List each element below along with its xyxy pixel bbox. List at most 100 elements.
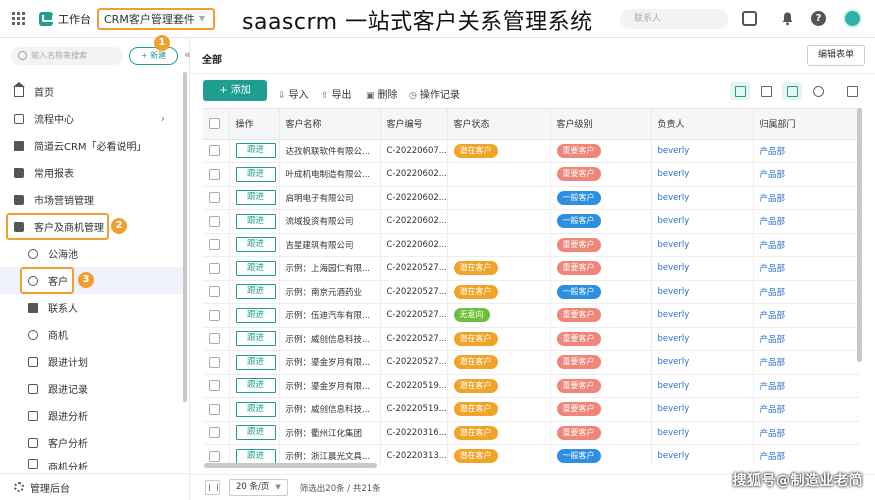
follow-up-button[interactable]: 跟进 [235,307,276,323]
owner-link[interactable]: beverly [658,240,690,250]
table-row[interactable]: 跟进 示例：威创信息科技... C-20220527... 潜在客户 重要客户 bever… [203,327,860,351]
owner-link[interactable]: beverly [658,451,690,461]
table-row[interactable]: 跟进 叶成机电制造有限公... C-20220602... 重要客户 beverly 产品… [203,162,860,187]
app-grid-icon[interactable] [12,11,26,26]
owner-link[interactable]: beverly [658,169,690,179]
column-header[interactable]: 负责人 [651,109,754,140]
column-header[interactable]: 操作 [229,109,280,140]
customer-name-cell[interactable]: 启明电子有限公司 [279,186,381,210]
table-row[interactable]: 跟进 启明电子有限公司 C-20220602... 一般客户 beverly 产品部 [203,186,860,210]
customer-name-cell[interactable]: 示例：浙江晨光文具... [279,444,381,465]
row-checkbox[interactable] [209,356,220,368]
table-row[interactable]: 跟进 示例：鎏金岁月有限... C-20220527... 潜在客户 重要客户 bever… [203,350,860,375]
sidebar-item-follow-analysis[interactable]: 跟进分析 [0,402,183,429]
sidebar-scrollbar[interactable] [183,72,187,402]
department-link[interactable]: 产品部 [760,147,786,157]
sidebar-item-guide[interactable]: 简道云CRM「必看说明」 [0,132,183,159]
view-settings-icon[interactable] [782,82,802,100]
row-select-cell[interactable] [203,162,230,187]
owner-link[interactable]: beverly [658,287,690,297]
customer-name-cell[interactable]: 示例：上海园仁有限... [279,256,381,281]
owner-link[interactable]: beverly [658,381,690,391]
row-select-cell[interactable] [203,421,230,445]
sidebar-item-customer[interactable]: 客户 3 [20,267,94,294]
customer-name-cell[interactable]: 示例：鎏金岁月有限... [279,374,381,398]
department-link[interactable]: 产品部 [760,170,786,180]
admin-console-link[interactable]: 管理后台 [0,473,189,500]
table-row[interactable]: 跟进 示例：威创信息科技... C-20220519... 潜在客户 重要客户 bever… [203,397,860,422]
owner-link[interactable]: beverly [658,428,690,438]
table-row[interactable]: 跟进 示例：上海园仁有限... C-20220527... 潜在客户 重要客户 bever… [203,256,860,281]
row-checkbox[interactable] [209,450,220,462]
customer-name-cell[interactable]: 吉星建筑有限公司 [279,233,381,257]
follow-up-button[interactable]: 跟进 [235,213,276,229]
row-checkbox[interactable] [209,215,220,227]
refresh-icon[interactable] [808,82,828,100]
owner-link[interactable]: beverly [658,193,690,203]
row-select-cell[interactable] [203,444,230,465]
row-checkbox[interactable] [209,145,220,157]
department-link[interactable]: 产品部 [760,382,786,392]
row-checkbox[interactable] [209,333,220,345]
sidebar-item-opportunities[interactable]: 商机 [0,321,183,348]
table-row[interactable]: 跟进 示例：伍迪汽车有限... C-20220527... 无意向 重要客户 beverl… [203,303,860,328]
import-button[interactable]: ⇩ 导入 [278,86,309,101]
row-checkbox[interactable] [209,239,220,251]
select-all-cell[interactable] [203,109,230,140]
follow-up-button[interactable]: 跟进 [235,331,276,347]
row-checkbox[interactable] [209,380,220,392]
owner-link[interactable]: beverly [658,310,690,320]
row-select-cell[interactable] [203,139,230,163]
sidebar-item-follow-plan[interactable]: 跟进计划 [0,348,183,375]
page-size-select[interactable]: 20 条/页 ▼ [229,479,288,496]
history-button[interactable]: ◷ 操作记录 [409,86,460,101]
export-button[interactable]: ⇧ 导出 [321,86,352,101]
crm-suite-tab[interactable]: CRM客户管理套件 ▼ [97,7,215,30]
department-link[interactable]: 产品部 [760,288,786,298]
delete-button[interactable]: ▣ 删除 [366,86,398,101]
row-checkbox[interactable] [209,192,220,204]
table-row[interactable]: 跟进 示例：衢州江化集团 C-20220316... 潜在客户 重要客户 beverly 产… [203,421,860,445]
sidebar-item-home[interactable]: 首页 [0,78,183,105]
customer-name-cell[interactable]: 达孜帆联软件有限公... [279,139,381,163]
row-checkbox[interactable] [209,309,220,321]
owner-link[interactable]: beverly [658,216,690,226]
table-row[interactable]: 跟进 达孜帆联软件有限公... C-20220607... 潜在客户 重要客户 bever… [203,139,860,163]
customer-name-cell[interactable]: 示例：威创信息科技... [279,397,381,422]
owner-link[interactable]: beverly [658,334,690,344]
department-link[interactable]: 产品部 [760,311,786,321]
department-link[interactable]: 产品部 [760,217,786,227]
follow-up-button[interactable]: 跟进 [235,190,276,206]
sidebar-item-contacts[interactable]: 联系人 [0,294,183,321]
table-row[interactable]: 跟进 示例：鎏金岁月有限... C-20220519... 潜在客户 重要客户 bever… [203,374,860,398]
sidebar-item-flow-center[interactable]: 流程中心 › [0,105,183,132]
column-header[interactable]: 客户名称 [279,109,381,140]
help-icon[interactable]: ? [811,11,826,26]
department-link[interactable]: 产品部 [760,264,786,274]
row-checkbox[interactable] [209,403,220,415]
edit-form-button[interactable]: 编辑表单 [806,45,865,66]
row-select-cell[interactable] [203,350,230,375]
row-select-cell[interactable] [203,327,230,351]
row-checkbox[interactable] [209,262,220,274]
follow-up-button[interactable]: 跟进 [235,401,276,417]
row-select-cell[interactable] [203,303,230,328]
user-avatar[interactable] [843,9,862,28]
row-select-cell[interactable] [203,186,230,210]
column-header[interactable]: 客户级别 [550,109,652,140]
owner-link[interactable]: beverly [658,263,690,273]
bell-icon[interactable] [780,11,795,26]
table-row[interactable]: 跟进 示例：南京元酒药业 C-20220527... 潜在客户 一般客户 beverly 产… [203,280,860,304]
sidebar-item-public-pool[interactable]: 公海池 [0,240,183,267]
row-select-cell[interactable] [203,209,230,234]
follow-up-button[interactable]: 跟进 [235,260,276,276]
row-checkbox[interactable] [209,286,220,298]
row-select-cell[interactable] [203,256,230,281]
owner-link[interactable]: beverly [658,404,690,414]
row-checkbox[interactable] [209,168,220,180]
sidebar-item-opportunity-analysis[interactable]: 商机分析 [0,456,183,470]
sidebar-item-customer-analysis[interactable]: 客户分析 [0,429,183,456]
row-checkbox[interactable] [209,427,220,439]
sidebar-search-input[interactable]: 输入名称来搜索 [11,47,123,65]
new-button[interactable]: + 新建 [129,47,178,65]
